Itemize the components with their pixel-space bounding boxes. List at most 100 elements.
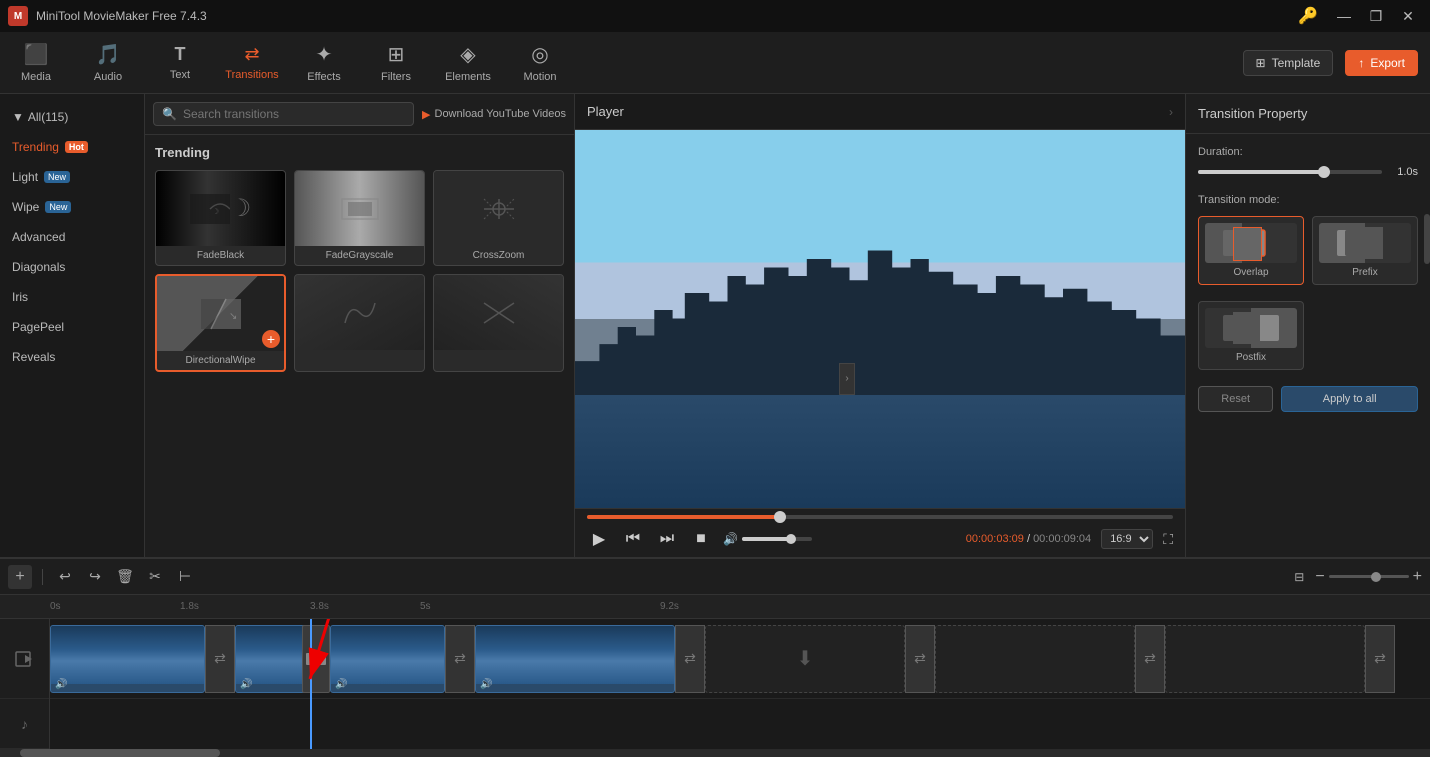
transition-arrow-1[interactable]: ⇄: [205, 625, 235, 693]
toolbar-motion[interactable]: ◎ Motion: [504, 32, 576, 94]
duration-slider[interactable]: [1198, 170, 1382, 174]
toolbar-text[interactable]: T Text: [144, 32, 216, 94]
video-clip-3[interactable]: 🔊: [330, 625, 445, 693]
toolbar-effects[interactable]: ✦ Effects: [288, 32, 360, 94]
prev-button[interactable]: ⏮: [621, 527, 645, 551]
transition-arrow-5[interactable]: ⇄: [1135, 625, 1165, 693]
category-diagonals[interactable]: Diagonals: [0, 252, 144, 282]
category-iris[interactable]: Iris: [0, 282, 144, 312]
close-button[interactable]: ✕: [1394, 6, 1422, 26]
zoom-minus-icon[interactable]: −: [1315, 568, 1324, 586]
panel-collapse-button[interactable]: ›: [839, 363, 855, 395]
stop-button[interactable]: ■: [689, 527, 713, 551]
template-button[interactable]: ⊞ Template: [1243, 50, 1334, 76]
video-track-label[interactable]: [0, 619, 49, 699]
download-youtube-button[interactable]: ▶ Download YouTube Videos: [422, 108, 566, 121]
selected-transition-clip[interactable]: [302, 625, 330, 693]
transition-arrow-3[interactable]: ⇄: [675, 625, 705, 693]
category-wipe[interactable]: Wipe New: [0, 192, 144, 222]
add-track-button[interactable]: +: [8, 565, 32, 589]
next-button[interactable]: ⏭: [655, 527, 679, 551]
category-advanced[interactable]: Advanced: [0, 222, 144, 252]
toolbar-filters[interactable]: ⊞ Filters: [360, 32, 432, 94]
transition-arrow-6[interactable]: ⇄: [1365, 625, 1395, 693]
toolbar-transitions[interactable]: ⇄ Transitions: [216, 32, 288, 94]
transitions-toolbar: 🔍 ▶ Download YouTube Videos: [145, 94, 574, 135]
minimize-button[interactable]: —: [1330, 6, 1358, 26]
playhead[interactable]: [310, 619, 312, 749]
delete-button[interactable]: 🗑: [113, 565, 137, 589]
transition-generic5[interactable]: [294, 274, 425, 372]
player-expand-button[interactable]: ›: [1169, 105, 1173, 119]
category-all[interactable]: ▼ All(115): [0, 102, 144, 132]
search-icon: 🔍: [162, 107, 177, 121]
ratio-select[interactable]: 16:9 9:16 4:3 1:1: [1101, 529, 1153, 549]
category-pagepeel[interactable]: PagePeel: [0, 312, 144, 342]
clip-3-sound-icon: 🔊: [335, 679, 347, 690]
fullscreen-button[interactable]: ⛶: [1163, 531, 1173, 548]
transition-directionalwipe[interactable]: ↘ + DirectionalWipe: [155, 274, 286, 372]
transition-mode-grid: Overlap Prefix: [1198, 216, 1418, 285]
video-clip-2[interactable]: 🔊: [235, 625, 310, 693]
transitions-content[interactable]: Trending ☽ FadeBlack: [145, 135, 574, 557]
transition-fadegrayscale[interactable]: FadeGrayscale: [294, 170, 425, 266]
maximize-button[interactable]: ❐: [1362, 6, 1390, 26]
template-label: Template: [1272, 56, 1321, 70]
toolbar-media[interactable]: ⬛ Media: [0, 32, 72, 94]
category-all-label: All(115): [28, 110, 68, 124]
toolbar-elements[interactable]: ◈ Elements: [432, 32, 504, 94]
postfix-thumb: [1205, 308, 1297, 348]
redo-button[interactable]: ↪: [83, 565, 107, 589]
mode-prefix[interactable]: Prefix: [1312, 216, 1418, 285]
transition-mode-label: Transition mode:: [1198, 194, 1418, 206]
toolbar-audio[interactable]: 🎵 Audio: [72, 32, 144, 94]
trending-section-title: Trending: [155, 145, 564, 160]
transition-arrow-2[interactable]: ⇄: [445, 625, 475, 693]
empty-clip-2[interactable]: [935, 625, 1135, 693]
ruler-mark-4: 9.2s: [660, 601, 679, 612]
cut-button[interactable]: ✂: [143, 565, 167, 589]
play-button[interactable]: ▶: [587, 527, 611, 551]
collapse-tracks-icon[interactable]: ⊟: [1287, 565, 1311, 589]
transition-fadeblack[interactable]: ☽ FadeBlack: [155, 170, 286, 266]
audio-track-label[interactable]: ♪: [0, 699, 49, 749]
export-button[interactable]: ↑ Export: [1345, 50, 1418, 76]
volume-bar[interactable]: [742, 537, 812, 541]
timeline-scrollbar[interactable]: [0, 749, 1430, 757]
video-clip-4[interactable]: 🔊: [475, 625, 675, 693]
elements-icon: ◈: [460, 42, 475, 67]
transition-crosszoom[interactable]: CrossZoom: [433, 170, 564, 266]
player-handle[interactable]: [774, 511, 786, 523]
text-icon: T: [175, 44, 186, 65]
reset-button[interactable]: Reset: [1198, 386, 1273, 412]
volume-icon[interactable]: 🔊: [723, 532, 738, 546]
player-timeline[interactable]: [587, 515, 1173, 519]
undo-button[interactable]: ↩: [53, 565, 77, 589]
mode-overlap[interactable]: Overlap: [1198, 216, 1304, 285]
category-reveals[interactable]: Reveals: [0, 342, 144, 372]
search-input[interactable]: [183, 107, 405, 121]
apply-all-button[interactable]: Apply to all: [1281, 386, 1418, 412]
toolbar-filters-label: Filters: [381, 71, 411, 83]
category-trending[interactable]: Trending Hot: [0, 132, 144, 162]
split-button[interactable]: ⊢: [173, 565, 197, 589]
add-directionalwipe-button[interactable]: +: [262, 330, 280, 348]
right-panel-scrollbar[interactable]: [1424, 214, 1430, 264]
toolbar-text-label: Text: [170, 69, 190, 81]
category-light[interactable]: Light New: [0, 162, 144, 192]
light-badge: New: [44, 171, 70, 183]
effects-icon: ✦: [316, 42, 333, 67]
zoom-slider[interactable]: [1329, 575, 1409, 578]
zoom-plus-icon[interactable]: +: [1413, 568, 1422, 586]
transition-generic6[interactable]: [433, 274, 564, 372]
main-area: ▼ All(115) Trending Hot Light New Wipe N…: [0, 94, 1430, 557]
empty-clip-3[interactable]: [1165, 625, 1365, 693]
mode-postfix[interactable]: Postfix: [1198, 301, 1304, 370]
transition-arrow-4[interactable]: ⇄: [905, 625, 935, 693]
directionalwipe-svg: ↘: [201, 294, 241, 334]
empty-clip-1[interactable]: ⬇: [705, 625, 905, 693]
clip-3-thumb: [331, 626, 444, 684]
audio-note-icon: ♪: [21, 716, 28, 732]
video-clip-1[interactable]: 🔊: [50, 625, 205, 693]
search-box: 🔍: [153, 102, 414, 126]
